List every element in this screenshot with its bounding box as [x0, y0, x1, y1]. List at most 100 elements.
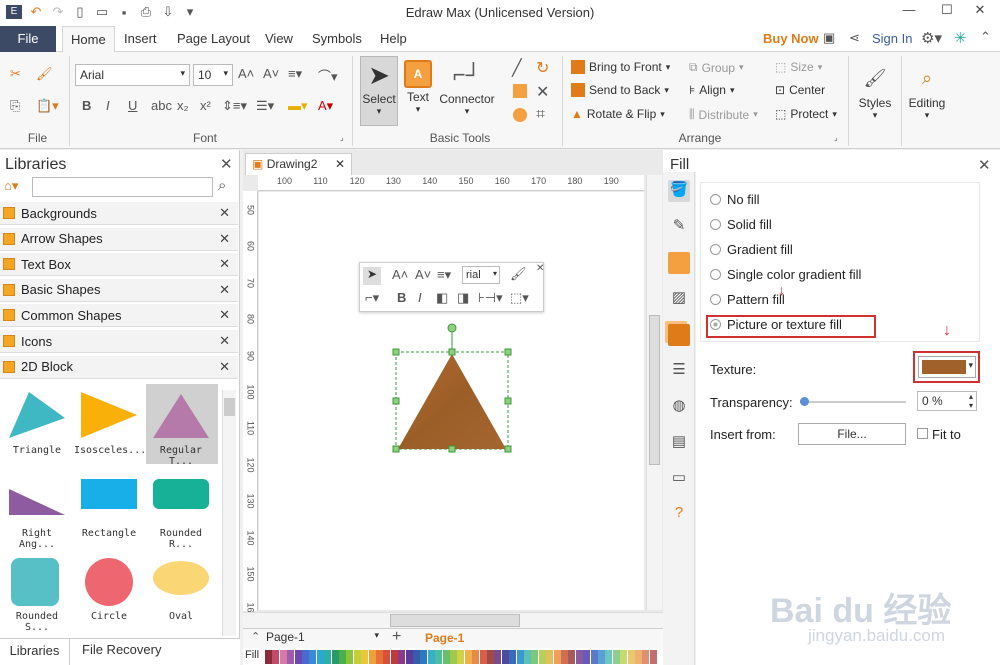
color-swatch[interactable] — [272, 650, 280, 664]
library-shape[interactable]: Circle — [74, 556, 144, 622]
color-swatch[interactable] — [501, 650, 509, 664]
color-swatch[interactable] — [598, 650, 605, 664]
align-icon[interactable]: ≡▾ — [288, 66, 302, 82]
tab-home[interactable]: Home — [62, 26, 115, 52]
minimize-icon[interactable]: — — [895, 2, 923, 22]
fit-to-checkbox[interactable] — [917, 428, 928, 439]
color-swatch[interactable] — [309, 650, 317, 664]
shrink-font-icon[interactable]: A˅ — [263, 66, 279, 81]
color-swatch[interactable] — [368, 650, 376, 664]
triangle-shape[interactable] — [398, 354, 506, 449]
color-swatch[interactable] — [420, 650, 428, 664]
color-swatch[interactable] — [398, 650, 406, 664]
library-shape[interactable]: Isosceles... — [74, 390, 146, 456]
close-category-icon[interactable]: ✕ — [219, 307, 230, 323]
color-swatch[interactable] — [279, 650, 287, 664]
page-select[interactable]: Page-1 ▾ — [266, 630, 381, 646]
tab-libraries[interactable]: Libraries — [0, 639, 70, 665]
grow-font-icon[interactable]: A˄ — [238, 66, 254, 81]
library-shape[interactable]: Right Ang... — [2, 473, 72, 550]
bold-icon[interactable]: B — [397, 290, 406, 305]
font-name-select[interactable]: Arial ▾ — [75, 64, 190, 86]
rotate-handle[interactable] — [447, 323, 457, 333]
close-category-icon[interactable]: ✕ — [219, 333, 230, 349]
color-swatch[interactable] — [487, 650, 494, 664]
document-icon[interactable]: ▤ — [668, 432, 690, 454]
search-icon[interactable]: ⌕ — [218, 177, 226, 194]
scrollbar-thumb[interactable] — [649, 315, 660, 465]
scrollbar-thumb[interactable] — [390, 614, 520, 627]
color-swatch[interactable] — [635, 650, 642, 664]
color-swatch[interactable] — [376, 650, 383, 664]
comment-icon[interactable]: ▭ — [668, 468, 690, 490]
color-swatch[interactable] — [649, 650, 657, 664]
color-swatch[interactable] — [479, 650, 487, 664]
home-icon[interactable]: ⌂▾ — [4, 178, 18, 194]
color-swatch[interactable] — [287, 650, 295, 664]
color-swatch[interactable] — [612, 650, 620, 664]
group-button[interactable]: ⧉ Group ▾ — [689, 60, 743, 75]
tab-page-layout[interactable]: Page Layout — [169, 26, 258, 52]
page-properties-icon[interactable]: ☰ — [668, 360, 690, 382]
align-button[interactable]: ⊧ Align ▾ — [689, 83, 734, 97]
library-category[interactable]: Basic Shapes ✕ — [0, 278, 238, 302]
float-font-select[interactable]: rial ▾ — [462, 266, 500, 284]
active-page-tab[interactable]: Page-1 — [425, 631, 464, 645]
sign-in-link[interactable]: Sign In — [872, 31, 912, 46]
select-button[interactable]: ➤ Select ▾ — [360, 58, 398, 117]
file-menu-button[interactable]: File — [0, 26, 56, 52]
copy-icon[interactable]: ⎘ — [10, 98, 20, 114]
styles-button[interactable]: 🖌 Styles ▾ — [853, 60, 897, 121]
font-dialog-launcher-icon[interactable]: ⌟ — [340, 133, 344, 142]
vertical-scrollbar[interactable] — [646, 175, 662, 610]
library-category[interactable]: 2D Block ✕ — [0, 355, 238, 379]
color-swatch[interactable] — [538, 650, 546, 664]
library-category[interactable]: Text Box ✕ — [0, 253, 238, 277]
color-swatch[interactable] — [302, 650, 309, 664]
strikethrough-icon[interactable]: abc — [151, 98, 172, 113]
transparency-slider[interactable] — [800, 401, 906, 403]
color-swatch[interactable] — [383, 650, 391, 664]
subscript-icon[interactable]: x₂ — [177, 98, 189, 113]
fill-option-radio[interactable]: Pattern fill — [710, 287, 785, 312]
fill-option-radio[interactable]: No fill — [710, 187, 760, 212]
gear-icon[interactable]: ⚙▾ — [921, 29, 942, 47]
send-to-back-button[interactable]: Send to Back ▾ — [571, 83, 669, 97]
style-icon[interactable]: ⬚▾ — [510, 290, 529, 306]
italic-icon[interactable]: I — [106, 98, 110, 113]
close-category-icon[interactable]: ✕ — [219, 256, 230, 272]
font-size-select[interactable]: 10 ▾ — [193, 64, 233, 86]
scrollbar-thumb[interactable] — [224, 398, 235, 416]
color-swatch[interactable] — [346, 650, 354, 664]
tab-symbols[interactable]: Symbols — [304, 26, 370, 52]
format-painter-icon[interactable]: 🖌 — [36, 66, 53, 82]
library-category[interactable]: Arrow Shapes ✕ — [0, 227, 238, 251]
distribute-button[interactable]: ⫼ Distribute ▾ — [689, 107, 758, 122]
transparency-slider-thumb[interactable] — [800, 397, 809, 406]
tab-view[interactable]: View — [257, 26, 301, 52]
texture-select[interactable]: ▾ — [918, 356, 976, 378]
fill-option-radio[interactable]: Solid fill — [710, 212, 772, 237]
color-swatch[interactable] — [627, 650, 635, 664]
color-swatch[interactable] — [531, 650, 539, 664]
cut-icon[interactable]: ✂ — [10, 66, 21, 82]
transparency-input[interactable]: 0 % ▴ ▾ — [917, 391, 977, 411]
close-category-icon[interactable]: ✕ — [219, 359, 230, 375]
bold-icon[interactable]: B — [82, 98, 91, 113]
color-swatch[interactable] — [353, 650, 361, 664]
send-back-icon[interactable]: ◨ — [457, 290, 469, 306]
connector-button[interactable]: ⌐┘ Connector ▾ — [437, 58, 497, 117]
color-swatch[interactable] — [390, 650, 398, 664]
bring-to-front-button[interactable]: Bring to Front ▾ — [571, 60, 670, 74]
fill-option-radio[interactable]: Single color gradient fill — [710, 262, 861, 287]
library-search-input[interactable] — [32, 177, 213, 197]
shadow-icon[interactable] — [668, 252, 690, 274]
text-button[interactable]: A Text ▾ — [401, 58, 435, 115]
format-painter-icon[interactable]: 🖌 — [510, 266, 527, 282]
color-swatch[interactable] — [331, 650, 339, 664]
line-icon[interactable]: ✎ — [668, 216, 690, 238]
align-icon[interactable]: ≡▾ — [437, 267, 451, 283]
cross-tool-icon[interactable]: ✕ — [536, 82, 549, 102]
library-shape[interactable]: Oval — [146, 556, 216, 622]
color-swatch[interactable] — [324, 650, 332, 664]
